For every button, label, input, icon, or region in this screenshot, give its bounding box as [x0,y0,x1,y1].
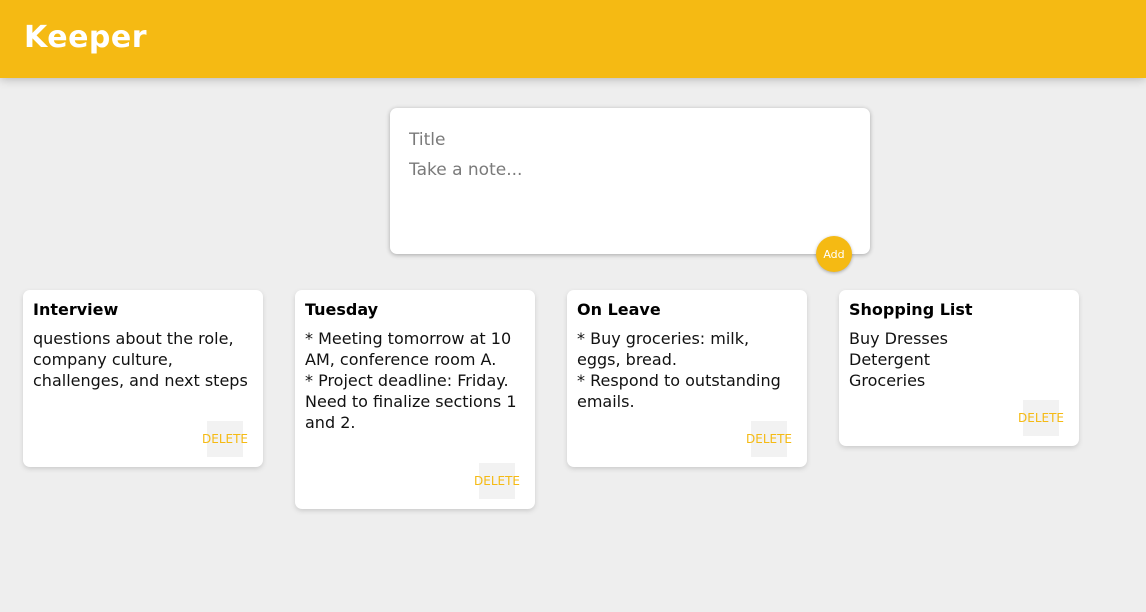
note-content: Buy Dresses Detergent Groceries [849,329,948,390]
note-content: * Meeting tomorrow at 10 AM, conference … [305,329,517,432]
app-title: Keeper [24,20,148,55]
app-header: Keeper [0,0,1146,78]
note-content-input[interactable] [409,160,849,240]
note-card: On Leave * Buy groceries: milk, eggs, br… [567,290,807,467]
note-title-input[interactable] [409,128,849,152]
note-title: Shopping List [849,300,973,319]
delete-note-button[interactable]: DELETE [202,421,248,457]
create-note-form [390,108,870,254]
delete-note-button[interactable]: DELETE [746,421,792,457]
add-note-button[interactable]: Add [816,236,852,272]
note-title: On Leave [577,300,661,319]
note-card: Interview questions about the role, comp… [23,290,263,467]
delete-note-button[interactable]: DELETE [1018,400,1064,436]
delete-note-button[interactable]: DELETE [474,463,520,499]
note-card: Shopping List Buy Dresses Detergent Groc… [839,290,1079,446]
note-card: Tuesday * Meeting tomorrow at 10 AM, con… [295,290,535,509]
note-content: * Buy groceries: milk, eggs, bread. * Re… [577,329,781,411]
note-title: Interview [33,300,119,319]
note-content: questions about the role, company cultur… [33,329,248,390]
note-title: Tuesday [305,300,379,319]
